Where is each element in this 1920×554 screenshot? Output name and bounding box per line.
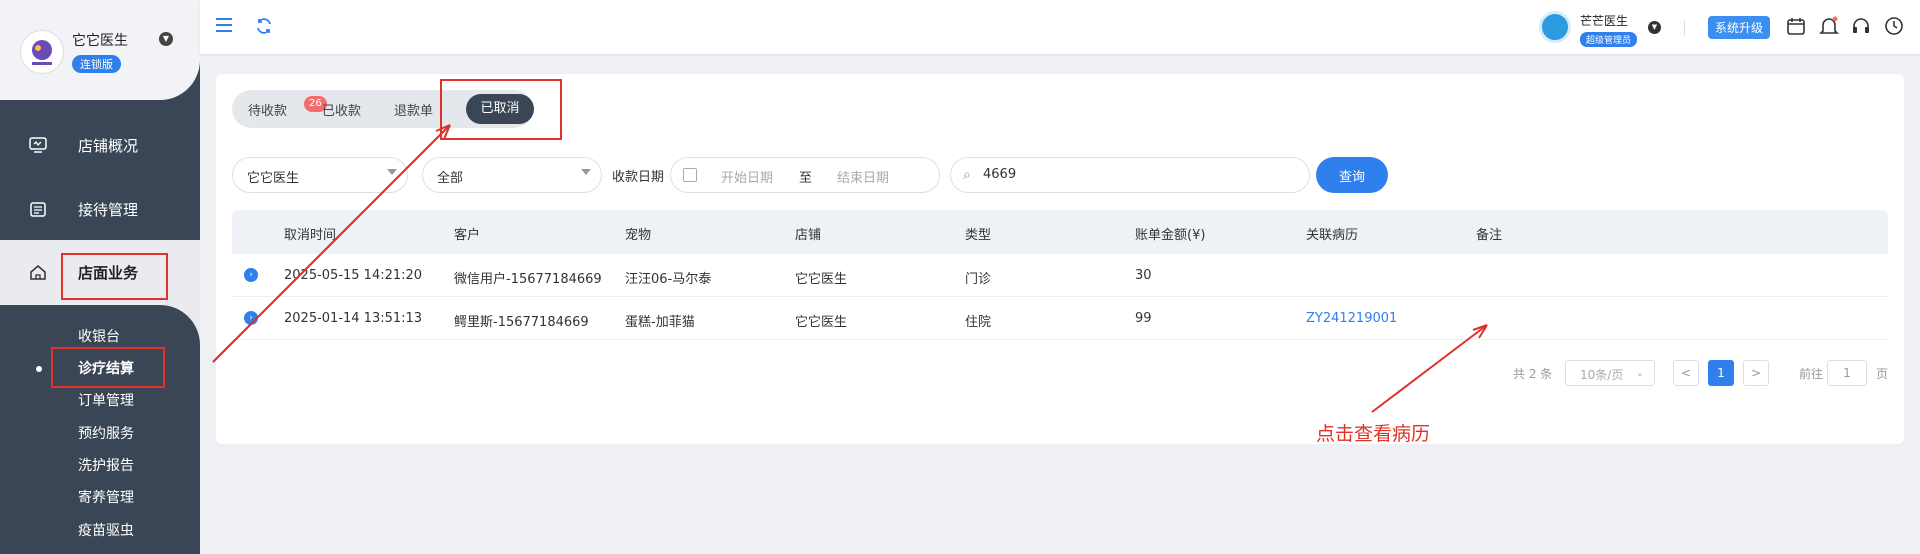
tab-label: 待收款 xyxy=(248,104,288,119)
store-avatar[interactable] xyxy=(20,30,64,74)
cell-amount: 99 xyxy=(1135,311,1152,326)
divider xyxy=(1684,20,1685,36)
store-select[interactable]: 它它医生 xyxy=(232,157,408,193)
table-header: 取消时间 客户 宠物 店铺 类型 账单金额(¥) 关联病历 备注 xyxy=(232,210,1888,254)
annotation-text: 点击查看病历 xyxy=(1316,423,1431,445)
date-label: 收款日期 xyxy=(612,170,665,185)
total-count: 共 2 条 xyxy=(1513,367,1553,381)
sub-item-grooming-report[interactable]: 洗护报告 xyxy=(78,455,134,475)
chevron-down-icon xyxy=(387,169,397,175)
tab-received[interactable]: 已收款 xyxy=(322,100,361,119)
search-icon: ⌕ xyxy=(963,167,971,183)
clock-icon[interactable] xyxy=(1883,15,1905,37)
chevron-down-icon xyxy=(581,169,591,175)
annotation-box-tab xyxy=(440,79,562,140)
search-value: 4669 xyxy=(983,167,1017,182)
cancelled-orders-table: 取消时间 客户 宠物 店铺 类型 账单金额(¥) 关联病历 备注 › 2025-… xyxy=(232,210,1888,340)
cell-type: 住院 xyxy=(965,315,992,330)
calendar-icon[interactable] xyxy=(1785,15,1807,37)
cell-pet: 蛋糕-加菲猫 xyxy=(625,315,695,330)
chevron-down-icon[interactable]: ▼ xyxy=(159,32,173,46)
date-separator: 至 xyxy=(799,171,813,186)
page-number-current[interactable]: 1 xyxy=(1708,360,1734,386)
active-dot xyxy=(36,366,42,372)
chevron-down-icon[interactable]: ▼ xyxy=(1648,21,1661,34)
user-role-badge: 超级管理员 xyxy=(1580,32,1638,47)
search-input[interactable]: ⌕ 4669 xyxy=(950,157,1310,193)
col-header: 客户 xyxy=(454,228,481,243)
expand-row-icon[interactable]: › xyxy=(244,268,258,282)
headset-icon[interactable] xyxy=(1850,15,1872,37)
col-header: 关联病历 xyxy=(1306,228,1359,243)
page-unit: 页 xyxy=(1876,367,1889,381)
user-avatar[interactable] xyxy=(1539,11,1571,43)
sub-item-vaccine[interactable]: 疫苗驱虫 xyxy=(78,520,134,540)
col-header: 店铺 xyxy=(795,228,822,243)
col-header: 账单金额(¥) xyxy=(1135,228,1206,243)
annotation-box-nav xyxy=(61,253,168,300)
calendar-icon xyxy=(683,168,697,182)
home-icon xyxy=(30,265,46,280)
annotation-box-sub xyxy=(51,347,165,388)
table-row[interactable]: › 2025-01-14 13:51:13 鳄里斯-15677184669 蛋糕… xyxy=(232,297,1888,340)
col-header: 取消时间 xyxy=(284,228,337,243)
query-button[interactable]: 查询 xyxy=(1316,157,1388,193)
col-header: 类型 xyxy=(965,228,992,243)
cell-customer: 微信用户-15677184669 xyxy=(454,272,602,287)
nav-reception[interactable]: 接待管理 xyxy=(0,180,200,238)
table-row[interactable]: › 2025-05-15 14:21:20 微信用户-15677184669 汪… xyxy=(232,254,1888,297)
date-range-picker[interactable]: 开始日期 至 结束日期 xyxy=(670,157,940,193)
sub-item-appointments[interactable]: 预约服务 xyxy=(78,423,134,443)
edition-badge: 连锁版 xyxy=(72,55,121,73)
expand-row-icon[interactable]: › xyxy=(244,311,258,325)
cell-customer: 鳄里斯-15677184669 xyxy=(454,315,589,330)
next-page-button[interactable]: > xyxy=(1743,360,1769,386)
col-header: 宠物 xyxy=(625,228,652,243)
page-size-select[interactable]: 10条/页 ⌄ xyxy=(1565,360,1655,386)
cell-store: 它它医生 xyxy=(795,272,848,287)
sub-item-cashier[interactable]: 收银台 xyxy=(78,326,120,346)
chevron-down-icon: ⌄ xyxy=(1635,368,1644,379)
cell-type: 门诊 xyxy=(965,272,992,287)
goto-page-input[interactable]: 1 xyxy=(1827,360,1867,386)
reception-icon xyxy=(30,202,46,217)
prev-page-button[interactable]: < xyxy=(1673,360,1699,386)
monitor-icon xyxy=(29,137,47,153)
sub-item-boarding[interactable]: 寄养管理 xyxy=(78,487,134,507)
system-upgrade-button[interactable]: 系统升级 xyxy=(1708,16,1771,39)
sub-item-orders[interactable]: 订单管理 xyxy=(78,390,134,410)
top-bar: 芒芒医生 超级管理员 ▼ 系统升级 xyxy=(200,0,1920,54)
tab-pending[interactable]: 待收款 26 xyxy=(248,96,327,119)
cell-store: 它它医生 xyxy=(795,315,848,330)
menu-icon[interactable] xyxy=(214,16,234,34)
user-name: 芒芒医生 xyxy=(1580,14,1629,28)
nav-label: 接待管理 xyxy=(78,200,139,219)
cell-time: 2025-01-14 13:51:13 xyxy=(284,311,423,326)
store-name: 它它医生 xyxy=(72,33,128,49)
goto-label: 前往 xyxy=(1799,367,1824,381)
start-date[interactable]: 开始日期 xyxy=(721,167,773,186)
end-date[interactable]: 结束日期 xyxy=(837,167,889,186)
cell-pet: 汪汪06-马尔泰 xyxy=(625,272,712,287)
cell-time: 2025-05-15 14:21:20 xyxy=(284,268,423,283)
medical-record-link[interactable]: ZY241219001 xyxy=(1306,311,1397,326)
bell-icon[interactable] xyxy=(1818,15,1840,37)
tab-refund[interactable]: 退款单 xyxy=(394,100,433,119)
nav-label: 店铺概况 xyxy=(78,136,139,155)
col-header: 备注 xyxy=(1476,228,1503,243)
refresh-icon[interactable] xyxy=(254,16,274,36)
sidebar-header: 它它医生 连锁版 ▼ xyxy=(0,0,200,100)
nav-store-overview[interactable]: 店铺概况 xyxy=(0,116,200,174)
type-select[interactable]: 全部 xyxy=(422,157,602,193)
cell-amount: 30 xyxy=(1135,268,1152,283)
